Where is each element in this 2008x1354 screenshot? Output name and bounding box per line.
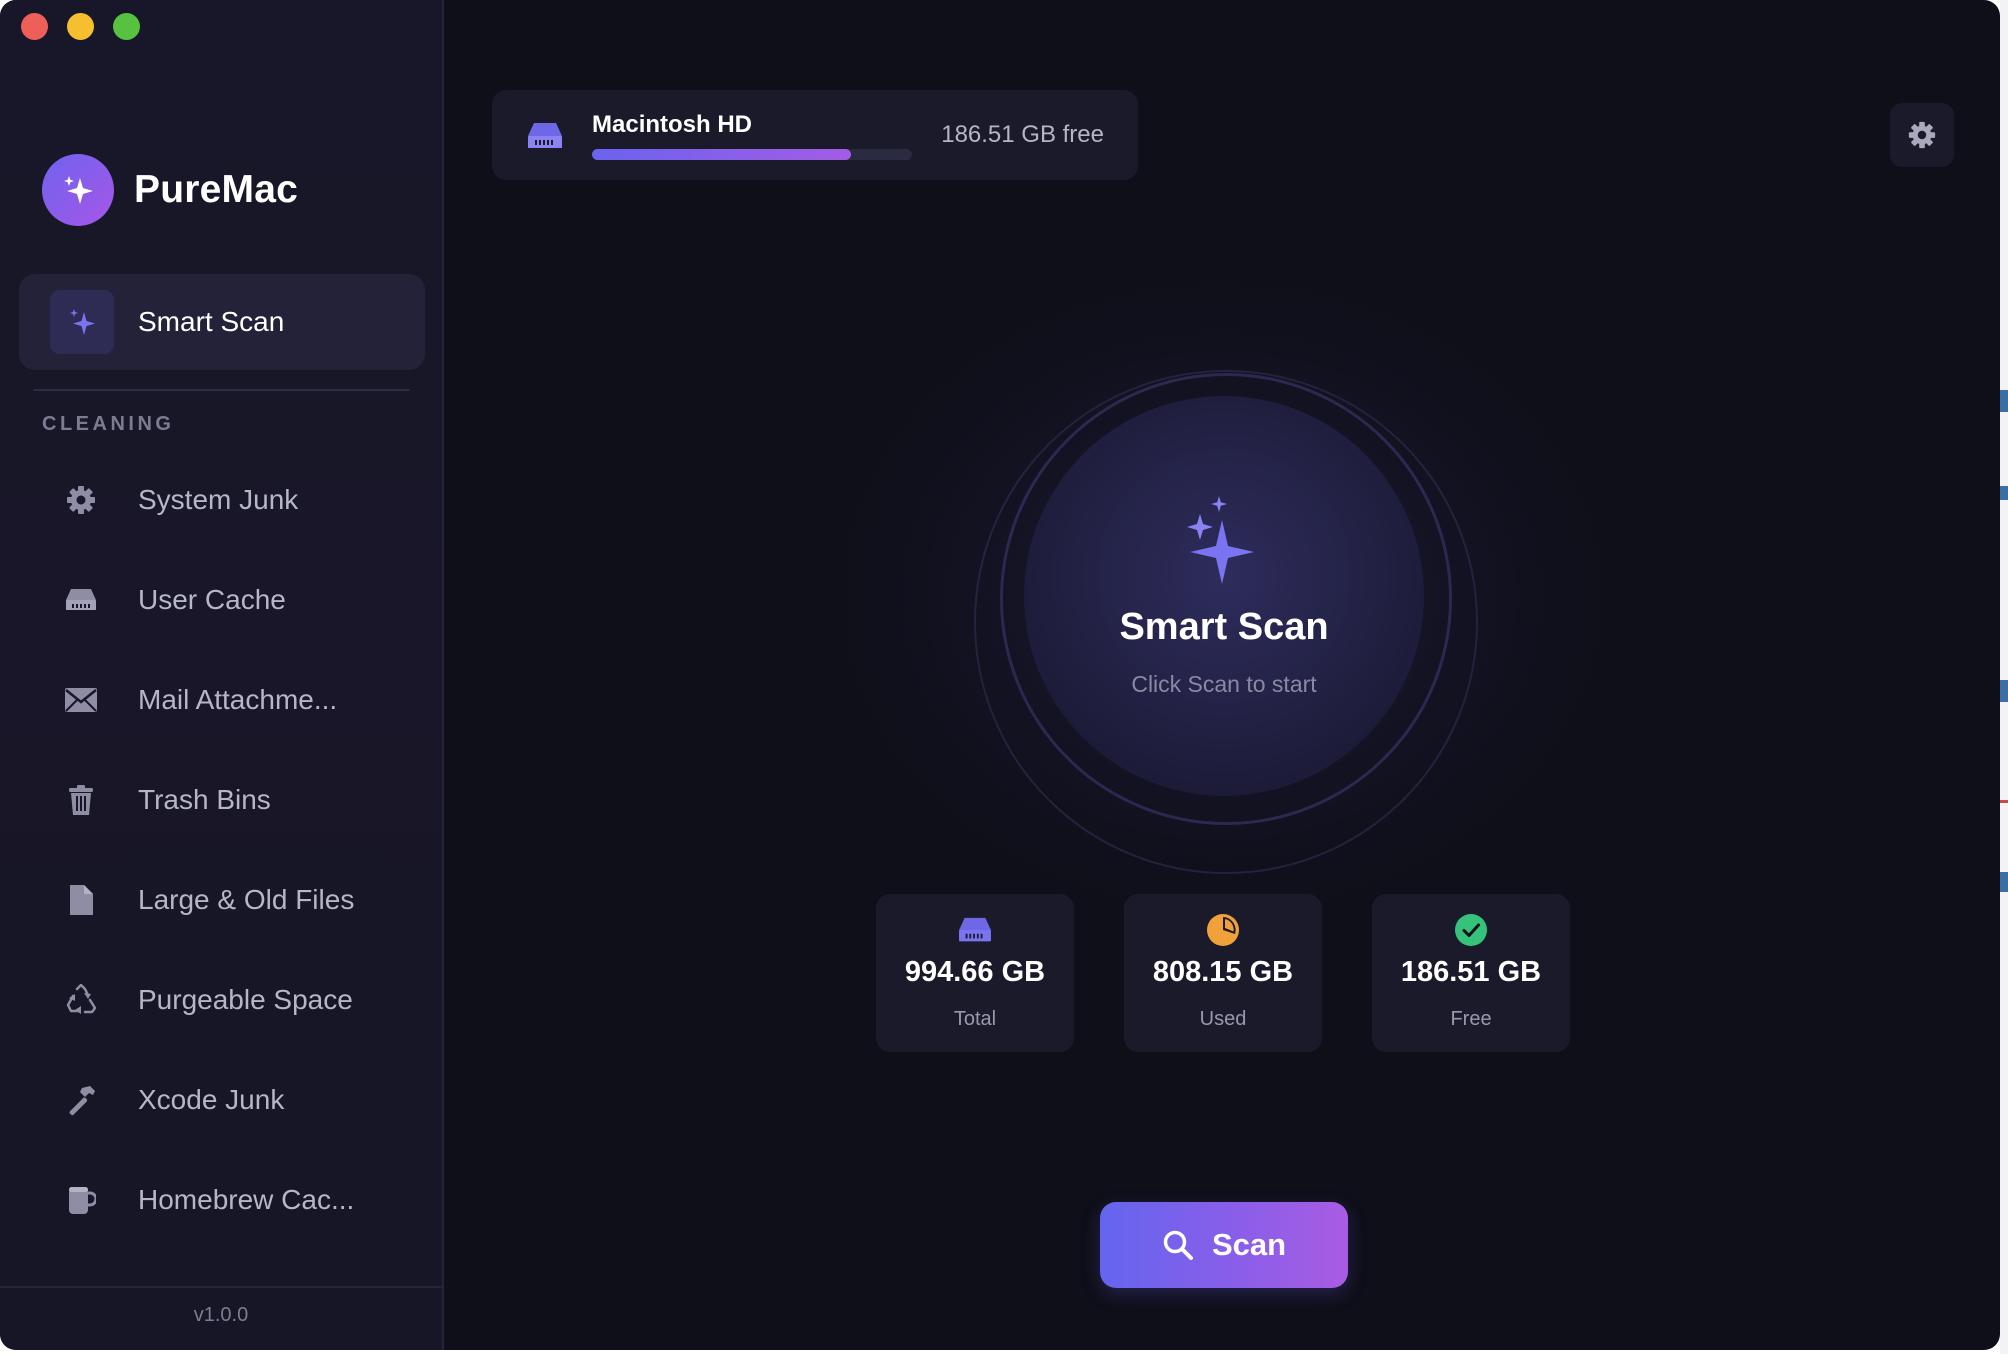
- hero-title: Smart Scan: [1119, 606, 1329, 648]
- stat-value: 808.15 GB: [1152, 956, 1294, 988]
- stat-label: Free: [1450, 1008, 1492, 1030]
- zoom-window-button[interactable]: [113, 13, 140, 40]
- sidebar-item-large-old-files[interactable]: Large & Old Files: [19, 860, 425, 940]
- trash-icon: [61, 780, 101, 820]
- stat-label: Used: [1199, 1008, 1247, 1030]
- disk-usage-bar-fill: [592, 149, 852, 160]
- settings-button[interactable]: [1890, 103, 1954, 167]
- app-window: PureMac Smart Scan CLEANING System Junk …: [0, 0, 2000, 1350]
- envelope-icon: [61, 680, 101, 720]
- stat-label: Total: [953, 1008, 997, 1030]
- sidebar-item-label: Trash Bins: [138, 784, 271, 815]
- sidebar-item-homebrew-cache[interactable]: Homebrew Cac...: [19, 1160, 425, 1240]
- sidebar-item-label: User Cache: [138, 584, 286, 615]
- search-icon: [1163, 1230, 1193, 1260]
- disk-name: Macintosh HD: [592, 111, 753, 138]
- sidebar-item-system-junk[interactable]: System Junk: [19, 460, 425, 540]
- app-version: v1.0.0: [193, 1304, 249, 1326]
- recycle-icon: [61, 980, 101, 1020]
- scan-button-label: Scan: [1211, 1227, 1287, 1262]
- stat-card-total: 994.66 GB Total: [876, 894, 1074, 1052]
- document-icon: [61, 880, 101, 920]
- stat-value: 186.51 GB: [1400, 956, 1542, 988]
- sidebar-item-label: System Junk: [138, 484, 299, 515]
- scan-button[interactable]: Scan: [1100, 1202, 1348, 1288]
- sidebar-item-purgeable-space[interactable]: Purgeable Space: [19, 960, 425, 1040]
- sparkles-icon: [1187, 496, 1254, 584]
- minimize-window-button[interactable]: [67, 13, 94, 40]
- sparkles-logo-icon: [42, 154, 114, 226]
- sidebar-divider: [34, 389, 410, 391]
- stat-card-used: 808.15 GB Used: [1124, 894, 1322, 1052]
- drive-icon: [526, 120, 564, 152]
- sidebar-item-label: Large & Old Files: [138, 884, 355, 915]
- pie-chart-icon: [1205, 912, 1241, 948]
- sidebar-item-label: Xcode Junk: [138, 1084, 285, 1115]
- hammer-icon: [61, 1080, 101, 1120]
- disk-summary-card: Macintosh HD 186.51 GB free: [492, 90, 1138, 180]
- sidebar-footer-divider: [0, 1286, 442, 1288]
- sidebar-item-label: Mail Attachme...: [138, 684, 338, 715]
- close-window-button[interactable]: [21, 13, 48, 40]
- hero-subtitle: Click Scan to start: [1131, 671, 1317, 697]
- gear-icon: [61, 480, 101, 520]
- stat-value: 994.66 GB: [904, 956, 1046, 988]
- stat-card-free: 186.51 GB Free: [1372, 894, 1570, 1052]
- brand: PureMac: [42, 154, 298, 226]
- sidebar-item-trash-bins[interactable]: Trash Bins: [19, 760, 425, 840]
- gear-icon: [1908, 121, 1936, 149]
- section-title-cleaning: CLEANING: [42, 413, 175, 435]
- sidebar-item-label: Purgeable Space: [138, 984, 353, 1015]
- checkmark-circle-icon: [1453, 912, 1489, 948]
- sparkles-icon: [50, 290, 114, 354]
- disk-free-text: 186.51 GB free: [941, 121, 1104, 148]
- smart-scan-hero: Smart Scan Click Scan to start: [1024, 396, 1424, 796]
- drive-icon: [61, 580, 101, 620]
- disk-usage-bar: [592, 149, 912, 160]
- sidebar-item-xcode-junk[interactable]: Xcode Junk: [19, 1060, 425, 1140]
- mug-icon: [61, 1180, 101, 1220]
- drive-icon: [957, 912, 993, 948]
- sidebar-item-label: Smart Scan: [138, 306, 285, 337]
- background-window-edge: [2000, 0, 2008, 1354]
- sidebar-item-label: Homebrew Cac...: [138, 1184, 355, 1215]
- sidebar-item-mail-attachments[interactable]: Mail Attachme...: [19, 660, 425, 740]
- sidebar-item-user-cache[interactable]: User Cache: [19, 560, 425, 640]
- app-name: PureMac: [134, 168, 298, 211]
- sidebar: PureMac Smart Scan CLEANING System Junk …: [0, 0, 444, 1350]
- sidebar-item-smart-scan[interactable]: Smart Scan: [19, 274, 425, 370]
